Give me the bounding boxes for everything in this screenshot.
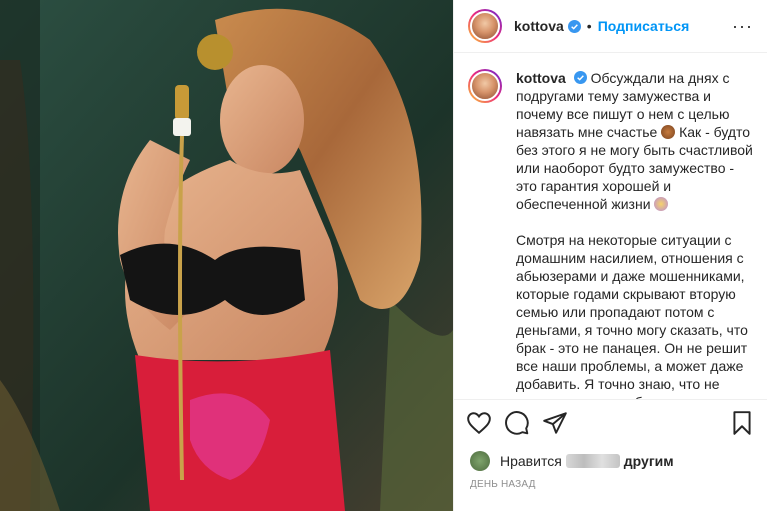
comments-area: kottova Обсуждали на днях с подругами те… — [454, 53, 767, 399]
action-bar — [454, 399, 767, 445]
author-username[interactable]: kottova — [514, 18, 564, 34]
likes-prefix: Нравится — [500, 453, 562, 469]
caption-avatar[interactable] — [468, 69, 502, 103]
caption-paragraph-2: Смотря на некоторые ситуации с домашним … — [516, 232, 748, 399]
see-no-evil-emoji-icon — [661, 125, 676, 139]
heart-icon[interactable] — [466, 410, 492, 436]
post-photo[interactable] — [0, 0, 453, 511]
follow-button[interactable]: Подписаться — [598, 18, 690, 34]
caption-username[interactable]: kottova — [516, 70, 566, 86]
bookmark-icon[interactable] — [729, 410, 755, 436]
shrug-emoji-icon — [654, 197, 669, 211]
likes-line: Нравится другим — [454, 445, 767, 471]
author-avatar[interactable] — [468, 9, 502, 43]
post-caption: kottova Обсуждали на днях с подругами те… — [468, 69, 753, 399]
share-icon[interactable] — [542, 410, 568, 436]
more-options-icon[interactable]: ··· — [732, 16, 753, 37]
likes-suffix[interactable]: другим — [624, 453, 674, 469]
verified-badge-icon — [567, 19, 581, 33]
liker-avatar[interactable] — [470, 451, 490, 471]
instagram-post: kottova • Подписаться ··· kottova Обсужд… — [0, 0, 767, 511]
caption-text: kottova Обсуждали на днях с подругами те… — [516, 69, 753, 399]
verified-badge-icon — [573, 71, 587, 84]
redacted-username — [565, 454, 620, 468]
photo-illustration — [0, 0, 453, 511]
separator-dot: • — [586, 18, 592, 34]
post-sidebar: kottova • Подписаться ··· kottova Обсужд… — [453, 0, 767, 511]
post-timestamp[interactable]: ДЕНЬ НАЗАД — [454, 471, 767, 511]
post-header: kottova • Подписаться ··· — [454, 0, 767, 53]
comment-icon[interactable] — [504, 410, 530, 436]
